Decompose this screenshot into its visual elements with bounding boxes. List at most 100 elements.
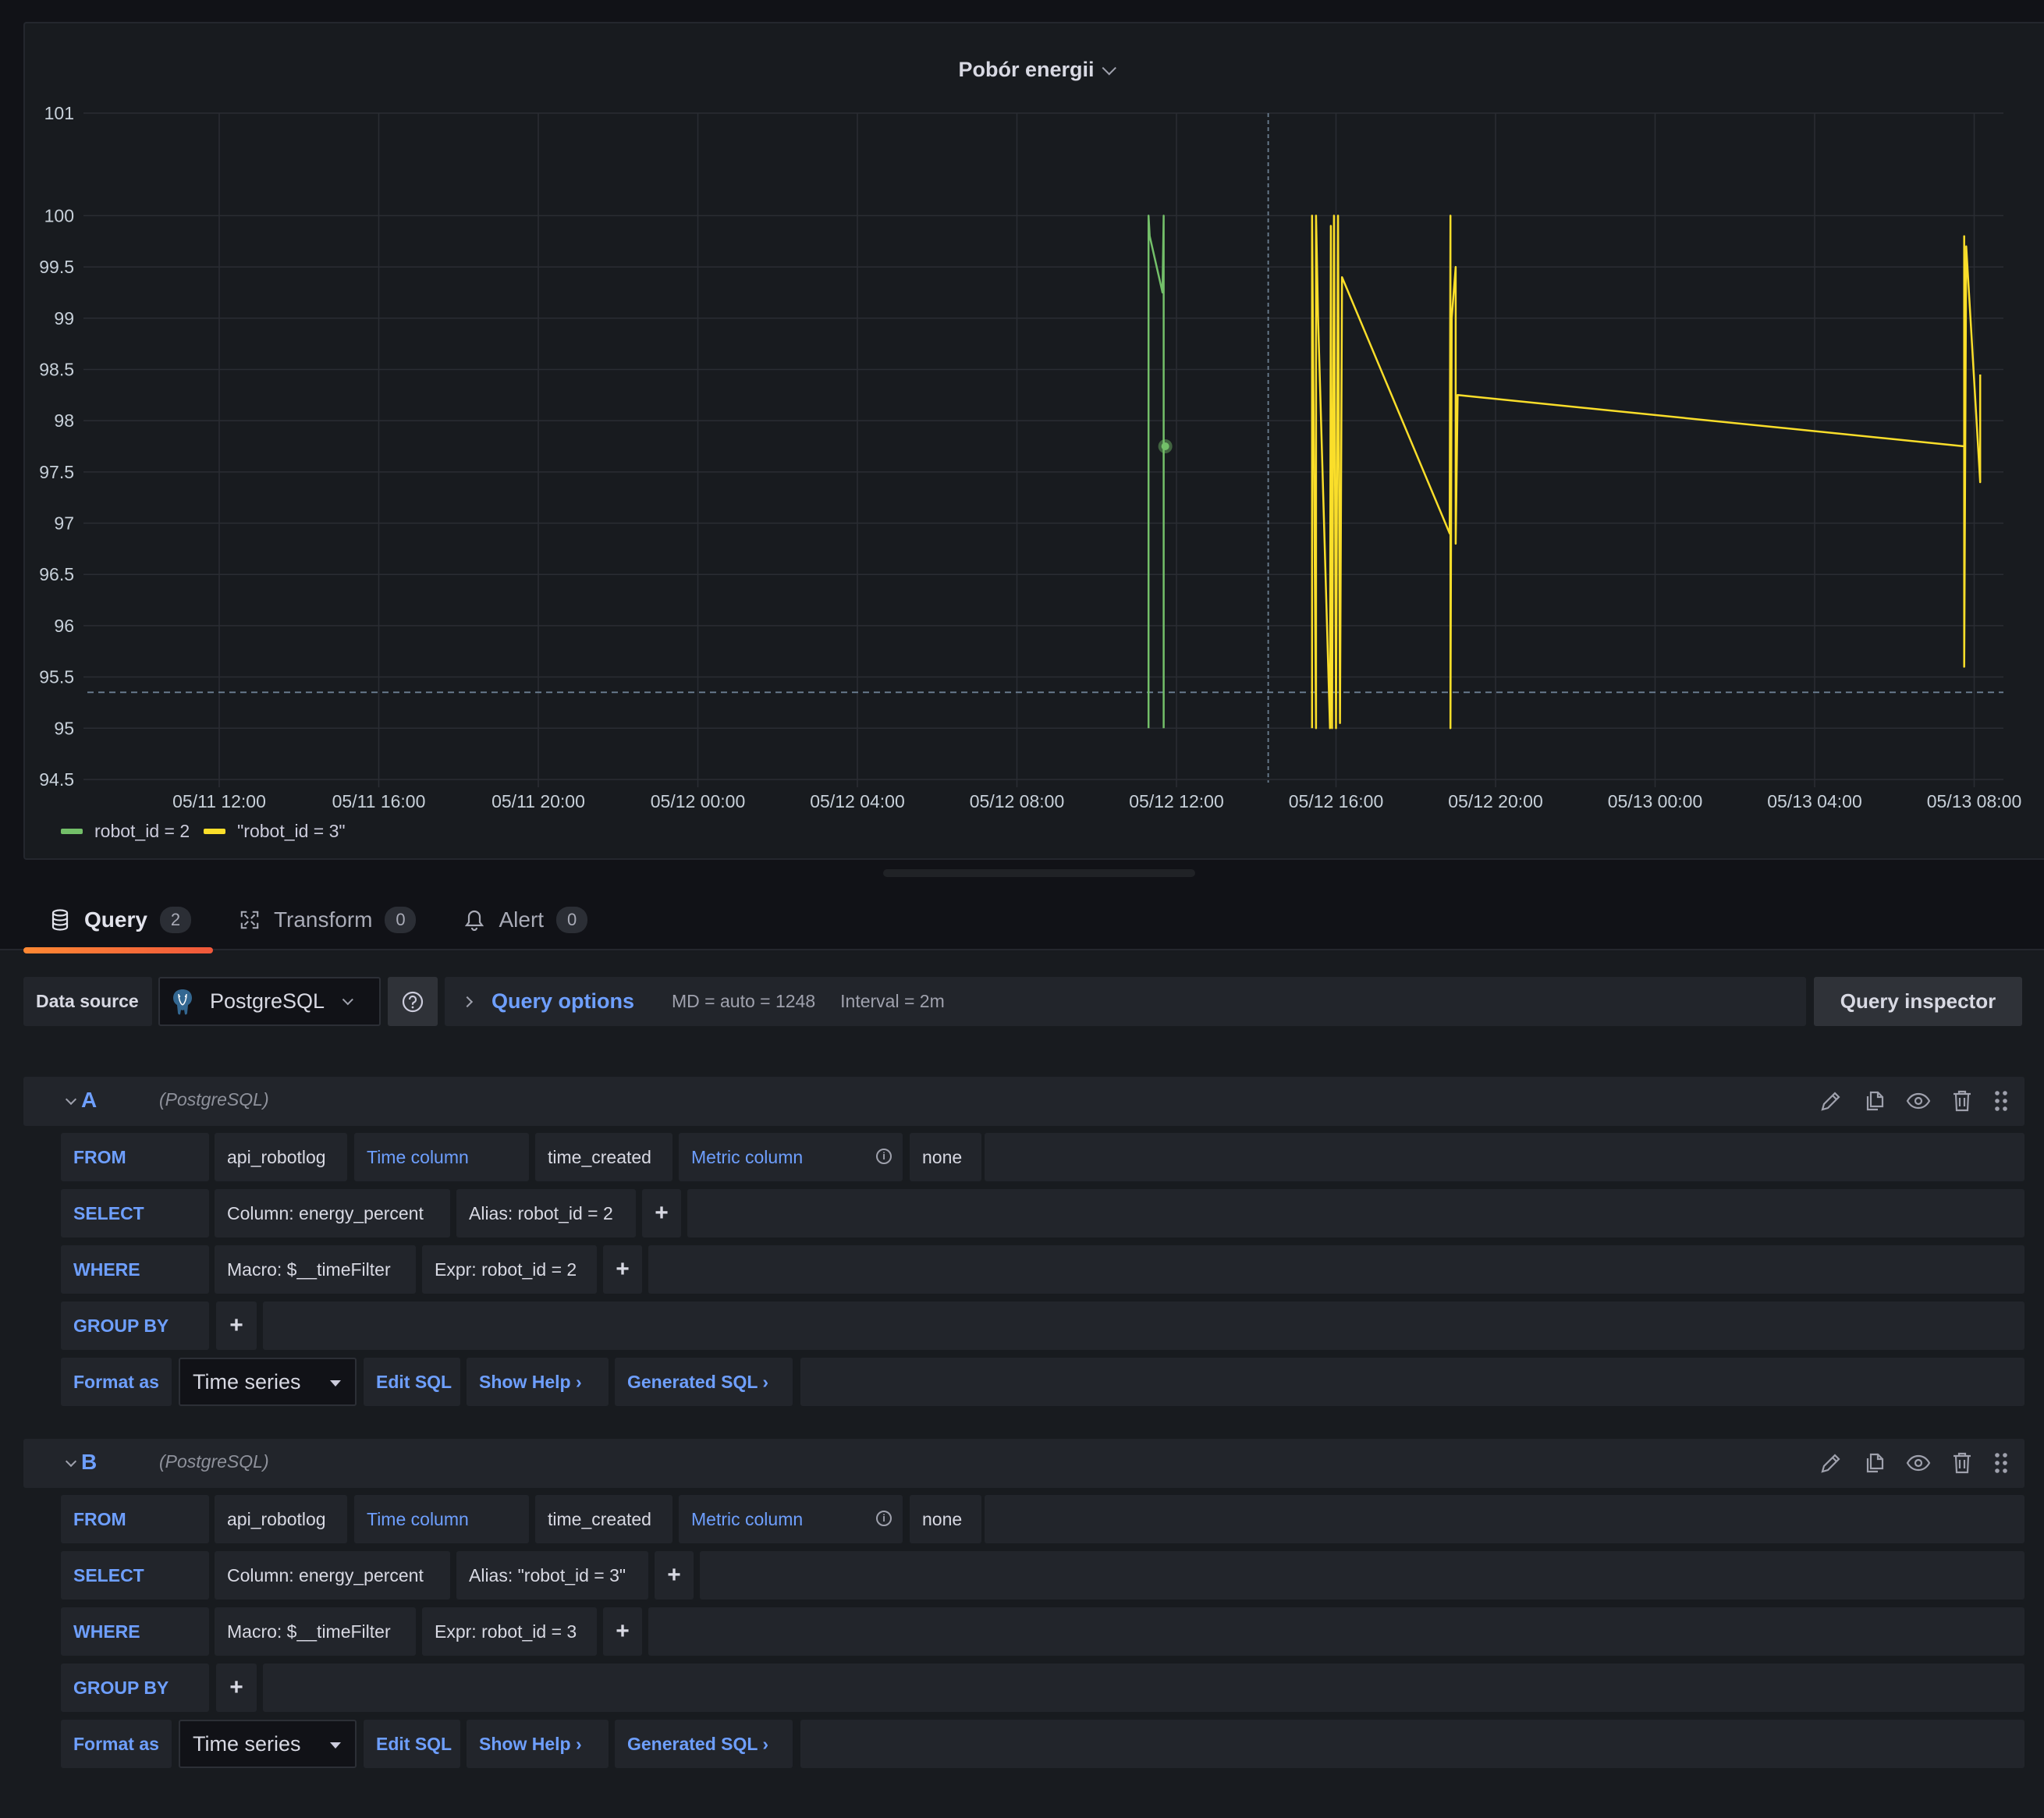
y-tick-label: 96 <box>54 616 74 636</box>
time-column-label-text: Time column <box>367 1146 469 1167</box>
tab-count-badge: 2 <box>159 907 191 933</box>
tab-alert[interactable]: Alert 0 <box>438 889 609 950</box>
time-column-selector[interactable]: time_created <box>535 1495 672 1543</box>
where-macro[interactable]: Macro: $__timeFilter <box>215 1245 416 1294</box>
tab-count-badge: 0 <box>385 907 417 933</box>
tab-query[interactable]: Query 2 <box>23 889 213 953</box>
format-as-select-text: Time series <box>193 1369 301 1394</box>
where-expression-text: Expr: robot_id = 2 <box>435 1259 577 1280</box>
select-keyword: SELECT <box>61 1551 209 1600</box>
edit-pencil-icon[interactable] <box>1819 1450 1844 1476</box>
duplicate-icon[interactable] <box>1862 1450 1887 1476</box>
select-row-filler <box>687 1189 2024 1237</box>
collapse-chevron-icon[interactable] <box>65 1093 77 1106</box>
format-as-select-text: Time series <box>193 1731 301 1756</box>
metric-column-label: Metric column i <box>679 1495 903 1543</box>
time-series-chart[interactable]: 101 100 99.5 99 98.5 98 97.5 97 96.5 96 95.5 95 94.5… <box>0 0 2044 866</box>
query-options-bar[interactable]: Query options MD = auto = 1248 Interval … <box>445 977 1806 1026</box>
info-icon[interactable]: i <box>876 1511 892 1526</box>
select-column[interactable]: Column: energy_percent <box>215 1551 450 1600</box>
show-help-button[interactable]: Show Help › <box>467 1358 609 1406</box>
query-letter[interactable]: B <box>81 1450 97 1475</box>
where-keyword-text: WHERE <box>73 1621 140 1642</box>
y-tick-label: 99 <box>54 308 74 328</box>
add-group-by-button[interactable]: + <box>216 1301 257 1350</box>
query-row-header: B (PostgreSQL) <box>23 1439 2024 1488</box>
x-tick-label: 05/12 04:00 <box>810 791 905 811</box>
query-inspector-button[interactable]: Query inspector <box>1814 977 2022 1026</box>
legend-item-robot-2[interactable]: robot_id = 2 <box>61 821 190 842</box>
trash-icon[interactable] <box>1950 1088 1975 1114</box>
edit-sql-button[interactable]: Edit SQL <box>364 1720 460 1768</box>
table-selector[interactable]: api_robotlog <box>215 1133 347 1181</box>
metric-column-selector[interactable]: none <box>910 1495 981 1543</box>
where-macro[interactable]: Macro: $__timeFilter <box>215 1607 416 1656</box>
y-tick-label: 100 <box>44 205 74 225</box>
select-alias-text: Alias: "robot_id = 3" <box>469 1564 626 1585</box>
table-selector[interactable]: api_robotlog <box>215 1495 347 1543</box>
select-column[interactable]: Column: energy_percent <box>215 1189 450 1237</box>
y-tick-label: 96.5 <box>39 564 74 584</box>
drag-handle-icon[interactable] <box>1993 1450 2009 1476</box>
duplicate-icon[interactable] <box>1862 1088 1887 1114</box>
query-options-label: Query options <box>491 989 635 1013</box>
add-select-button-text: + <box>667 1562 681 1588</box>
editor-tabs: Query 2 Transform 0 Alert 0 <box>23 889 609 953</box>
metric-column-selector[interactable]: none <box>910 1133 981 1181</box>
generated-sql-button-text: Generated SQL › <box>627 1371 769 1392</box>
group-by-row-filler <box>263 1664 2024 1712</box>
tab-transform[interactable]: Transform 0 <box>213 889 438 950</box>
panel-resize-handle[interactable] <box>883 869 1195 877</box>
select-row-filler <box>700 1551 2024 1600</box>
edit-sql-button[interactable]: Edit SQL <box>364 1358 460 1406</box>
add-group-by-button-text: + <box>229 1674 243 1700</box>
caret-down-icon <box>330 1742 341 1749</box>
datasource-value: PostgreSQL <box>210 989 325 1013</box>
add-where-button[interactable]: + <box>603 1607 642 1656</box>
add-group-by-button[interactable]: + <box>216 1664 257 1712</box>
x-tick-label: 05/12 08:00 <box>970 791 1065 811</box>
from-keyword: FROM <box>61 1133 209 1181</box>
query-actions <box>1819 1450 2009 1476</box>
metric-column-label-text: Metric column <box>691 1146 804 1167</box>
y-tick-label: 101 <box>44 103 74 123</box>
x-tick-label: 05/13 04:00 <box>1767 791 1862 811</box>
max-datapoints-text: MD = auto = 1248 <box>672 991 816 1011</box>
transform-icon <box>240 909 260 931</box>
collapse-chevron-icon[interactable] <box>65 1455 77 1468</box>
where-expression[interactable]: Expr: robot_id = 2 <box>422 1245 597 1294</box>
add-select-button-text: + <box>655 1200 669 1226</box>
info-icon[interactable]: i <box>876 1149 892 1164</box>
select-keyword-text: SELECT <box>73 1564 144 1585</box>
trash-icon[interactable] <box>1950 1450 1975 1476</box>
add-where-button[interactable]: + <box>603 1245 642 1294</box>
legend-item-robot-3[interactable]: "robot_id = 3" <box>204 821 346 842</box>
eye-icon[interactable] <box>1906 1450 1931 1476</box>
edit-pencil-icon[interactable] <box>1819 1088 1844 1114</box>
show-help-button[interactable]: Show Help › <box>467 1720 609 1768</box>
time-column-selector[interactable]: time_created <box>535 1133 672 1181</box>
group-by-row-filler <box>263 1301 2024 1350</box>
add-select-button[interactable]: + <box>655 1551 694 1600</box>
select-alias[interactable]: Alias: "robot_id = 3" <box>456 1551 648 1600</box>
group-by-keyword-text: GROUP BY <box>73 1677 169 1698</box>
generated-sql-button[interactable]: Generated SQL › <box>615 1358 793 1406</box>
table-selector-text: api_robotlog <box>227 1146 326 1167</box>
datasource-help-button[interactable] <box>388 977 438 1026</box>
add-select-button[interactable]: + <box>642 1189 681 1237</box>
time-column-label-text: Time column <box>367 1508 469 1529</box>
metric-column-selector-text: none <box>922 1508 963 1529</box>
y-tick-label: 97 <box>54 513 74 534</box>
format-as-select[interactable]: Time series <box>179 1720 357 1768</box>
generated-sql-button[interactable]: Generated SQL › <box>615 1720 793 1768</box>
select-alias[interactable]: Alias: robot_id = 2 <box>456 1189 636 1237</box>
query-letter[interactable]: A <box>81 1088 97 1113</box>
where-expression[interactable]: Expr: robot_id = 3 <box>422 1607 597 1656</box>
format-as-select[interactable]: Time series <box>179 1358 357 1406</box>
from-keyword-text: FROM <box>73 1508 126 1529</box>
where-row-filler <box>648 1607 2024 1656</box>
format-as-label-text: Format as <box>73 1371 159 1392</box>
datasource-picker[interactable]: PostgreSQL <box>158 977 381 1026</box>
eye-icon[interactable] <box>1906 1088 1931 1114</box>
drag-handle-icon[interactable] <box>1993 1088 2009 1114</box>
